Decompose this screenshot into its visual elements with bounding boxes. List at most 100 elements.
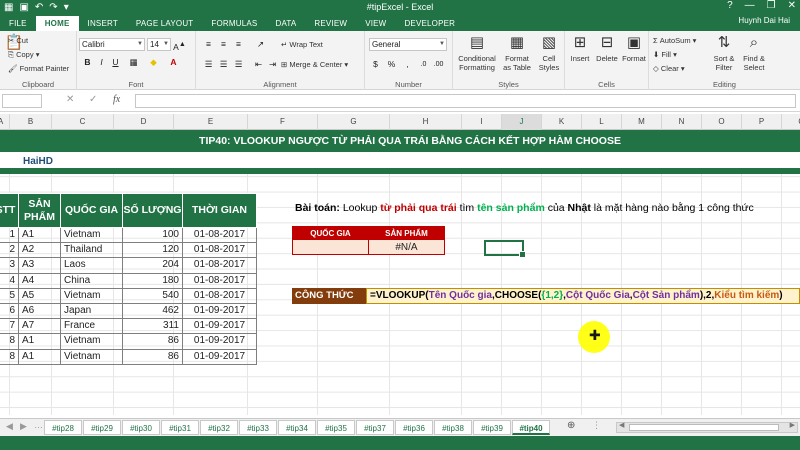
tab-data[interactable]: DATA	[266, 16, 305, 31]
sheet-tab[interactable]: #tip35	[317, 420, 355, 435]
column-header-f[interactable]: F	[248, 114, 318, 130]
name-box[interactable]	[2, 94, 42, 108]
table-cell[interactable]: 7	[0, 318, 19, 335]
redo-icon[interactable]: ↷	[49, 2, 57, 13]
delete-cells-button[interactable]: ⊟ Delete	[594, 33, 620, 63]
conditional-formatting-button[interactable]: ▤ Conditional Formatting	[455, 33, 499, 72]
column-header-g[interactable]: G	[318, 114, 390, 130]
table-cell[interactable]: 2	[0, 242, 19, 259]
italic-button[interactable]: I	[95, 56, 108, 69]
font-size-combo[interactable]: 14 ▼	[147, 38, 171, 51]
table-cell[interactable]: 8	[0, 348, 19, 365]
table-cell[interactable]: 01-09-2017	[182, 333, 257, 350]
align-center-icon[interactable]: ☰	[217, 58, 230, 71]
comma-icon[interactable]: ,	[401, 58, 414, 71]
align-left-icon[interactable]: ☰	[202, 58, 215, 71]
column-header-l[interactable]: L	[582, 114, 622, 130]
sheet-tab[interactable]: #tip31	[161, 420, 199, 435]
scrollbar-thumb[interactable]	[629, 424, 779, 431]
tab-formulas[interactable]: FORMULAS	[202, 16, 266, 31]
customize-qat-icon[interactable]: ▾	[64, 2, 69, 13]
new-sheet-icon[interactable]: ⊕	[567, 420, 575, 431]
scroll-left-icon[interactable]: ◀	[619, 421, 624, 429]
increase-decimal-icon[interactable]: .0	[417, 58, 430, 71]
orientation-icon[interactable]: ↗	[254, 38, 267, 51]
insert-function-icon[interactable]: fx	[113, 94, 120, 105]
wrap-text-button[interactable]: ↵ Wrap Text	[281, 40, 323, 49]
sort-filter-button[interactable]: ⇅ Sort & Filter	[709, 33, 739, 72]
user-name[interactable]: Huynh Dai Hai	[738, 16, 790, 25]
table-cell[interactable]: Vietnam	[60, 287, 123, 304]
column-header-j[interactable]: J	[502, 114, 542, 130]
table-cell[interactable]: 01-08-2017	[182, 287, 257, 304]
align-middle-icon[interactable]: ≡	[217, 38, 230, 51]
borders-icon[interactable]: ▦	[127, 56, 140, 69]
minimize-icon[interactable]: —	[745, 0, 755, 11]
help-icon[interactable]: ?	[727, 0, 733, 11]
table-cell[interactable]: 5	[0, 287, 19, 304]
font-name-combo[interactable]: Calibri ▼	[79, 38, 145, 51]
align-right-icon[interactable]: ☰	[232, 58, 245, 71]
decrease-indent-icon[interactable]: ⇤	[252, 58, 265, 71]
sheet-tab[interactable]: #tip28	[44, 420, 82, 435]
table-cell[interactable]: Vietnam	[60, 333, 123, 350]
table-cell[interactable]: A7	[18, 318, 61, 335]
table-cell[interactable]: 01-08-2017	[182, 257, 257, 274]
sheet-tab[interactable]: #tip40	[512, 420, 550, 435]
table-cell[interactable]: 540	[122, 287, 183, 304]
column-header-p[interactable]: P	[742, 114, 782, 130]
table-cell[interactable]: 462	[122, 302, 183, 320]
table-cell[interactable]: 4	[0, 272, 19, 289]
table-cell[interactable]: A6	[18, 302, 61, 320]
column-header-i[interactable]: I	[462, 114, 502, 130]
increase-indent-icon[interactable]: ⇥	[266, 58, 279, 71]
sheet-tab[interactable]: #tip36	[395, 420, 433, 435]
grow-font-button[interactable]: A▲	[173, 38, 186, 52]
find-select-button[interactable]: ⌕ Find & Select	[739, 33, 769, 72]
lookup-result-cell[interactable]: #N/A	[368, 239, 445, 255]
table-cell[interactable]: 86	[122, 333, 183, 350]
table-cell[interactable]: 86	[122, 348, 183, 365]
more-sheets-icon[interactable]: …	[34, 420, 43, 430]
table-cell[interactable]: Thailand	[60, 242, 123, 259]
column-header-m[interactable]: M	[622, 114, 662, 130]
currency-icon[interactable]: $	[369, 58, 382, 71]
sheet-tab[interactable]: #tip38	[434, 420, 472, 435]
clear-button[interactable]: ◇ Clear ▾	[653, 64, 685, 73]
save-icon[interactable]: ▣	[19, 2, 28, 13]
table-cell[interactable]: Vietnam	[60, 226, 123, 244]
tab-review[interactable]: REVIEW	[305, 16, 356, 31]
table-cell[interactable]: A4	[18, 272, 61, 289]
column-header-k[interactable]: K	[542, 114, 582, 130]
table-cell[interactable]: A1	[18, 348, 61, 365]
table-cell[interactable]: 01-08-2017	[182, 226, 257, 244]
format-as-table-button[interactable]: ▦ Format as Table	[501, 33, 533, 72]
next-sheet-icon[interactable]: ▶	[20, 421, 27, 432]
horizontal-scrollbar[interactable]: ◀ ▶	[616, 422, 798, 433]
font-color-icon[interactable]: A	[167, 56, 180, 69]
number-format-combo[interactable]: General ▼	[369, 38, 447, 51]
sheet-tab[interactable]: #tip30	[122, 420, 160, 435]
column-header-h[interactable]: H	[390, 114, 462, 130]
column-header-d[interactable]: D	[114, 114, 174, 130]
selected-cell[interactable]	[484, 240, 526, 258]
cancel-icon[interactable]: ✕	[66, 94, 74, 105]
table-cell[interactable]: 01-08-2017	[182, 272, 257, 289]
column-header-n[interactable]: N	[662, 114, 702, 130]
scroll-right-icon[interactable]: ▶	[790, 421, 795, 429]
insert-cells-button[interactable]: ⊞ Insert	[567, 33, 593, 63]
tab-home[interactable]: HOME	[35, 16, 79, 31]
sheet-tab[interactable]: #tip34	[278, 420, 316, 435]
tab-developer[interactable]: DEVELOPER	[395, 16, 464, 31]
undo-icon[interactable]: ↶	[35, 2, 43, 13]
table-cell[interactable]: A2	[18, 242, 61, 259]
sheet-tab[interactable]: #tip37	[356, 420, 394, 435]
decrease-decimal-icon[interactable]: .00	[432, 58, 445, 71]
table-cell[interactable]: 1	[0, 226, 19, 244]
table-cell[interactable]: 100	[122, 226, 183, 244]
percent-icon[interactable]: %	[385, 58, 398, 71]
table-cell[interactable]: A3	[18, 257, 61, 274]
formula-input[interactable]	[135, 94, 796, 108]
column-header-a[interactable]: A	[0, 114, 10, 130]
table-cell[interactable]: 3	[0, 257, 19, 274]
